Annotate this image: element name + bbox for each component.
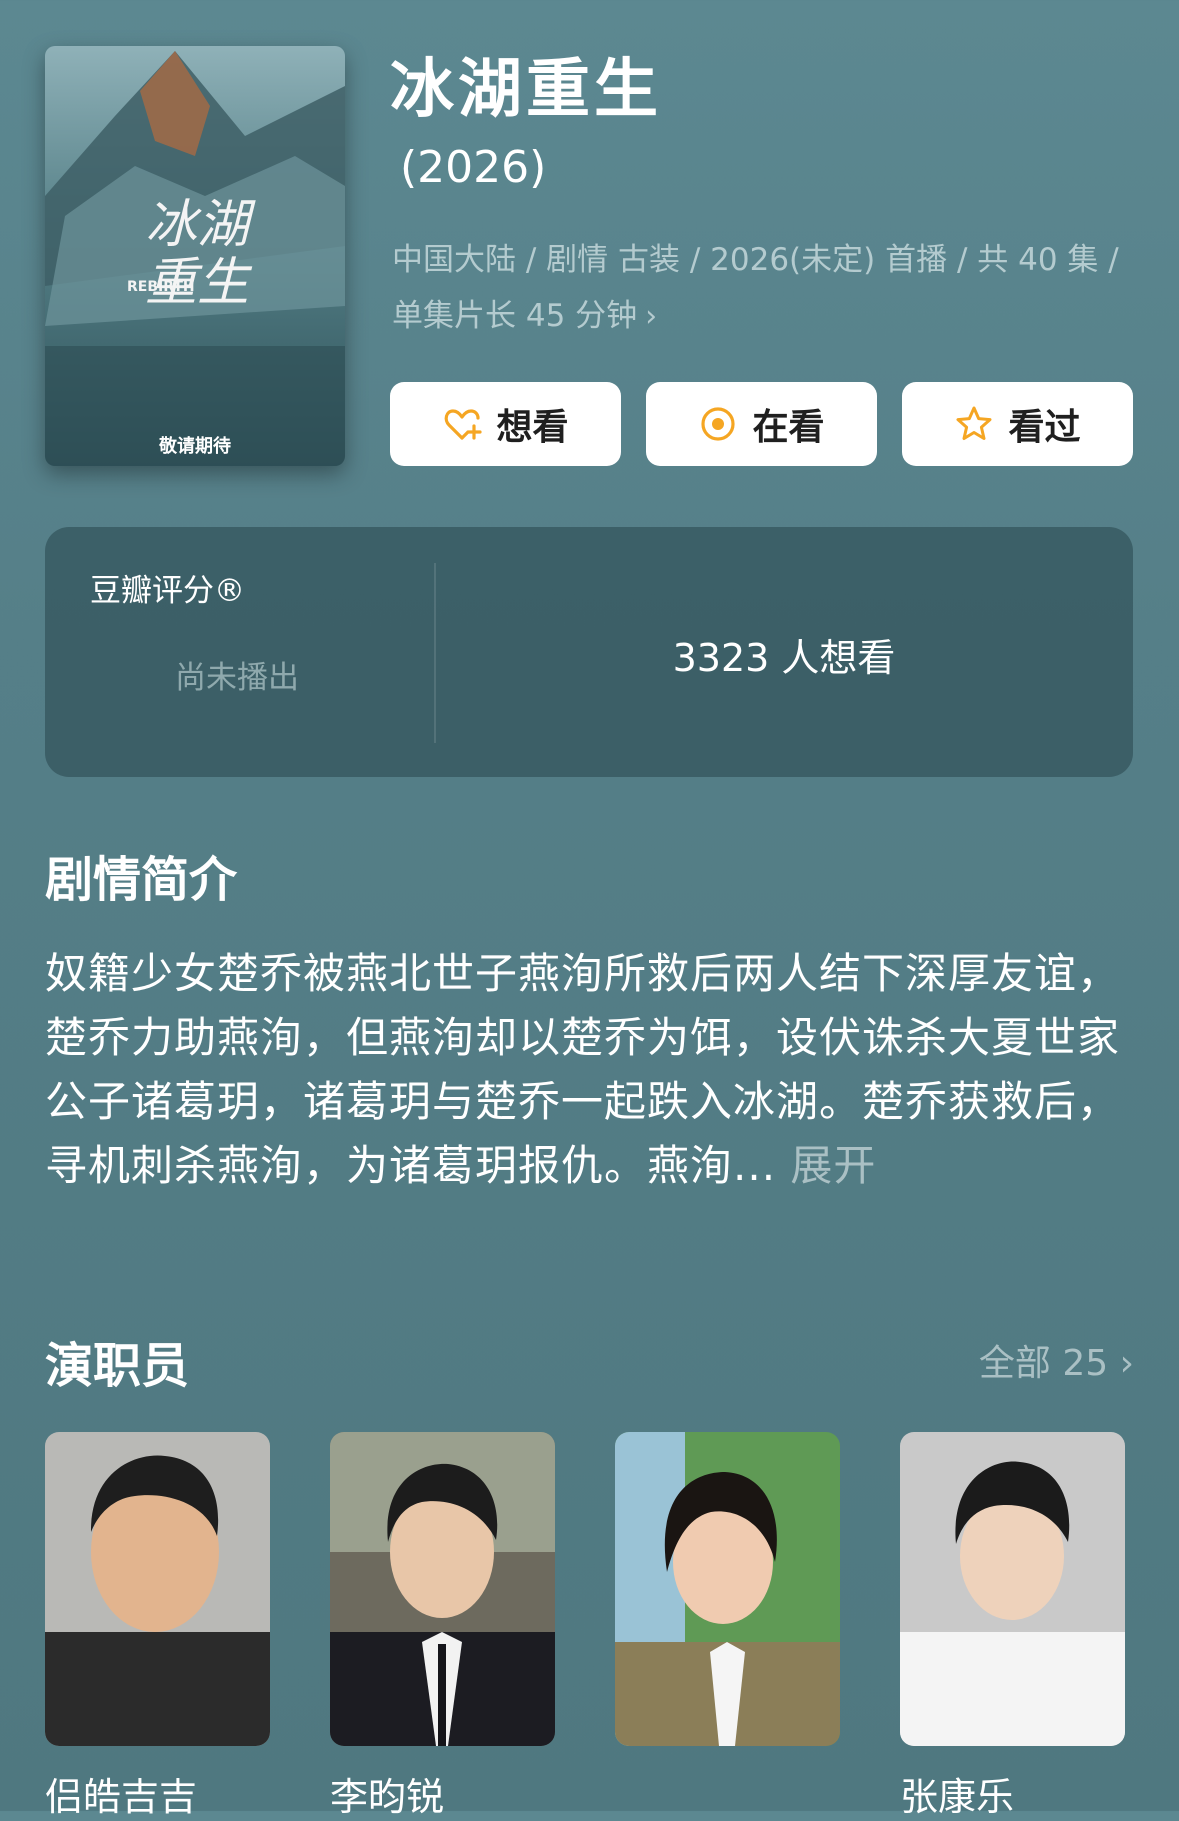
meta-line-2: 单集片长 45 分钟 (392, 298, 638, 334)
rating-status: 尚未播出 (175, 660, 299, 696)
cast-photo[interactable] (330, 1432, 555, 1746)
chevron-right-icon: › (1119, 1343, 1134, 1384)
expand-link[interactable]: 展开 (790, 1141, 876, 1190)
watching-circle-icon (698, 404, 738, 444)
cast-all-label: 全部 25 (978, 1343, 1109, 1384)
cast-name: 侣皓吉吉 (45, 1775, 198, 1819)
want-to-watch-label: 想看 (496, 407, 569, 448)
synopsis-heading: 剧情简介 (45, 852, 238, 908)
watched-button[interactable]: 看过 (902, 382, 1133, 466)
watching-button[interactable]: 在看 (646, 382, 877, 466)
cast-name: 张康乐 (900, 1775, 1015, 1819)
poster-subtitle: REBIRTH (127, 279, 195, 295)
synopsis-text[interactable]: 奴籍少女楚乔被燕北世子燕洵所救后两人结下深厚友谊，楚乔力助燕洵，但燕洵却以楚乔为… (45, 942, 1145, 1198)
cast-name: 李昀锐 (330, 1775, 445, 1819)
cast-photo[interactable] (615, 1432, 840, 1746)
star-icon (954, 404, 994, 444)
poster-image[interactable]: 冰湖重生 REBIRTH 敬请期待 (45, 46, 345, 466)
release-year: (2026) (400, 142, 547, 193)
cast-heading: 演职员 (45, 1338, 190, 1394)
show-meta[interactable]: 中国大陆 / 剧情 古装 / 2026(未定) 首播 / 共 40 集 / 单集… (392, 232, 1142, 345)
cast-all-link[interactable]: 全部 25 › (979, 1334, 1134, 1386)
cast-photo[interactable] (900, 1432, 1125, 1746)
heart-plus-icon (442, 404, 483, 444)
watched-label: 看过 (1008, 407, 1081, 448)
rating-card[interactable]: 豆瓣评分® 尚未播出 3323 人想看 (45, 527, 1133, 777)
cast-photo[interactable] (45, 1432, 270, 1746)
want-to-watch-button[interactable]: 想看 (390, 382, 621, 466)
meta-line-1: 中国大陆 / 剧情 古装 / 2026(未定) 首播 / 共 40 集 / (392, 242, 1119, 278)
want-count: 3323 人想看 (672, 636, 896, 680)
meta-line-2-wrap: 单集片长 45 分钟 › (392, 288, 1142, 345)
chevron-right-icon: › (645, 299, 658, 334)
synopsis-body: 奴籍少女楚乔被燕北世子燕洵所救后两人结下深厚友谊，楚乔力助燕洵，但燕洵却以楚乔为… (45, 949, 1121, 1190)
rating-label: 豆瓣评分® (90, 573, 245, 609)
poster-tagline: 敬请期待 (159, 436, 231, 457)
watching-label: 在看 (752, 407, 825, 448)
page-title: 冰湖重生 (390, 53, 662, 127)
